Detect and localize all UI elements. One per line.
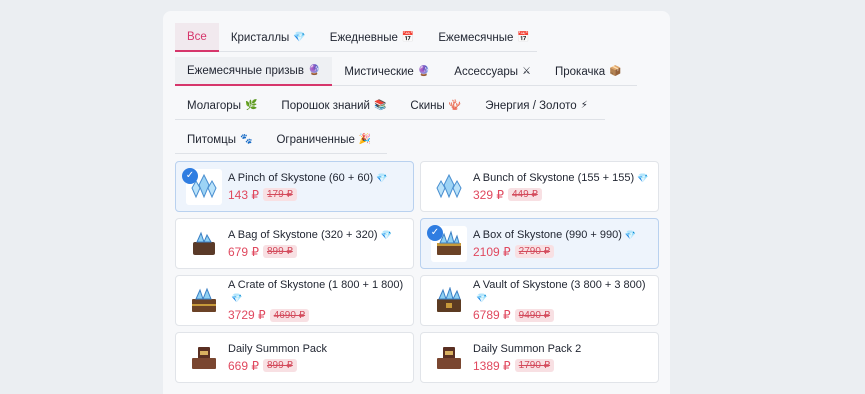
tab-monthly-summon[interactable]: Ежемесячные призыв 🔮 (175, 57, 333, 86)
tab-energy-gold[interactable]: Энергия / Золото ⚡ (473, 91, 599, 120)
product-old-price: 899 ₽ (263, 359, 297, 372)
tab-row-3: Молагоры 🌿 Порошок знаний 📚 Скины 🪸 Энер… (175, 91, 605, 120)
tab-skins[interactable]: Скины 🪸 (398, 91, 473, 120)
product-old-price: 899 ₽ (263, 245, 297, 258)
product-title: A Vault of Skystone (3 800 + 3 800) (473, 279, 646, 291)
tab-row-2: Ежемесячные призыв 🔮 Мистические 🔮 Ассес… (175, 57, 637, 86)
product-card[interactable]: Daily Summon Pack 2 1389 ₽1790 ₽ (420, 332, 659, 383)
product-card[interactable]: ✓ A Box of Skystone (990 + 990) 💎 2109 ₽2… (420, 218, 659, 269)
product-card[interactable]: ✓ A Pinch of Skystone (60 + 60) 💎 143 ₽ 17… (175, 161, 414, 212)
tab-label: Ассессуары (454, 65, 519, 78)
tab-pets[interactable]: Питомцы 🐾 (175, 125, 264, 154)
product-price: 679 ₽ (228, 244, 259, 259)
calendar-icon: 📅 (517, 32, 530, 43)
product-title: Daily Summon Pack (228, 342, 328, 355)
herb-icon: 🌿 (244, 100, 258, 111)
tab-label: Ежемесячные призыв (187, 64, 304, 77)
tab-label: Ограниченные (276, 133, 355, 146)
tab-label: Кристаллы (230, 31, 290, 44)
tab-row-1: Все Кристаллы 💎 Ежедневные 📅 Ежемесячные… (175, 23, 537, 52)
check-icon: ✓ (182, 168, 198, 184)
product-price: 1389 ₽ (473, 358, 511, 373)
product-old-price: 2790 ₽ (514, 245, 555, 258)
gem-icon: 💎 (637, 172, 649, 183)
tab-label: Все (187, 30, 207, 43)
tab-monthly[interactable]: Ежемесячные 📅 (426, 23, 542, 52)
summon-chest-icon (186, 340, 222, 376)
calendar-icon: 📅 (401, 32, 415, 43)
product-title: A Box of Skystone (990 + 990) (473, 228, 622, 241)
tab-knowledge-powder[interactable]: Порошок знаний 📚 (269, 91, 398, 120)
product-price: 329 ₽ (473, 187, 504, 202)
tab-upgrade[interactable]: Прокачка 📦 (543, 57, 634, 86)
product-card[interactable]: A Bunch of Skystone (155 + 155) 💎 329 ₽ 44… (420, 161, 659, 212)
product-title: A Bunch of Skystone (155 + 155) (473, 171, 635, 184)
tab-label: Мистические (344, 65, 414, 78)
product-title: A Bag of Skystone (320 + 320) (228, 228, 378, 241)
coral-icon: 🪸 (448, 100, 462, 111)
tab-label: Энергия / Золото (485, 99, 577, 112)
tab-label: Порошок знаний (281, 99, 370, 112)
product-card[interactable]: Daily Summon Pack 669 ₽ 899 ₽ (175, 332, 414, 383)
books-icon: 📚 (373, 100, 387, 111)
product-card[interactable]: A Bag of Skystone (320 + 320) 💎 679 ₽ 899 … (175, 218, 414, 269)
tab-label: Скины (410, 99, 445, 112)
lightning-icon: ⚡ (580, 100, 588, 111)
tab-all[interactable]: Все (175, 23, 219, 52)
category-tabs: Все Кристаллы 💎 Ежедневные 📅 Ежемесячные… (175, 23, 659, 154)
crystal-crate-icon (186, 283, 222, 319)
tab-label: Ежемесячные (438, 31, 514, 44)
product-old-price: 1790 ₽ (514, 359, 555, 372)
product-grid: ✓ A Pinch of Skystone (60 + 60) 💎 143 ₽17… (175, 161, 659, 383)
party-popper-icon: 🎉 (358, 134, 372, 145)
tab-label: Прокачка (555, 65, 606, 78)
tab-row-4: Питомцы 🐾 Ограниченные 🎉 (175, 125, 387, 154)
product-title: A Crate of Skystone (1 800 + 1 800) (228, 279, 404, 291)
box-icon: 📦 (609, 66, 622, 77)
product-title: Daily Summon Pack 2 (473, 342, 582, 355)
gem-icon: 💎 (231, 293, 243, 303)
crystal-vault-icon (431, 283, 467, 319)
product-title: A Pinch of Skystone (60 + 60) (228, 171, 374, 184)
gem-icon: 💎 (293, 32, 306, 43)
product-price: 6789 ₽ (473, 308, 511, 322)
product-price: 2109 ₽ (473, 244, 511, 259)
tab-label: Питомцы (187, 133, 236, 146)
product-price: 143 ₽ (228, 187, 259, 202)
product-old-price: 4690 ₽ (269, 308, 310, 322)
crystal-ball-icon: 🔮 (417, 66, 431, 77)
product-price: 3729 ₽ (228, 308, 266, 322)
tab-crystals[interactable]: Кристаллы 💎 (219, 23, 318, 52)
tab-mystic[interactable]: Мистические 🔮 (332, 57, 442, 86)
tab-daily[interactable]: Ежедневные 📅 (318, 23, 427, 52)
product-card[interactable]: A Crate of Skystone (1 800 + 1 800) 💎 372… (175, 275, 414, 326)
crystal-ball-icon: 🔮 (307, 65, 321, 76)
product-old-price: 9490 ₽ (514, 308, 555, 322)
tab-molagora[interactable]: Молагоры 🌿 (175, 91, 269, 120)
tab-label: Молагоры (187, 99, 241, 112)
shop-panel: Все Кристаллы 💎 Ежедневные 📅 Ежемесячные… (163, 11, 670, 394)
crystal-bag-icon (186, 226, 222, 262)
product-old-price: 179 ₽ (263, 188, 297, 201)
summon-chest-icon (431, 340, 467, 376)
crystal-cluster-icon (431, 169, 467, 205)
gem-icon: 💎 (380, 229, 392, 240)
product-old-price: 449 ₽ (508, 188, 542, 201)
paw-icon: 🐾 (239, 134, 253, 145)
check-icon: ✓ (427, 225, 443, 241)
gem-icon: 💎 (624, 229, 637, 240)
tab-label: Ежедневные (329, 31, 398, 44)
product-card[interactable]: A Vault of Skystone (3 800 + 3 800) 💎 678… (420, 275, 659, 326)
gem-icon: 💎 (476, 293, 488, 303)
tab-accessories[interactable]: Ассессуары ⚔ (442, 57, 543, 86)
crossed-swords-icon: ⚔ (522, 66, 531, 77)
tab-limited[interactable]: Ограниченные 🎉 (264, 125, 383, 154)
gem-icon: 💎 (376, 172, 388, 183)
product-price: 669 ₽ (228, 358, 259, 373)
